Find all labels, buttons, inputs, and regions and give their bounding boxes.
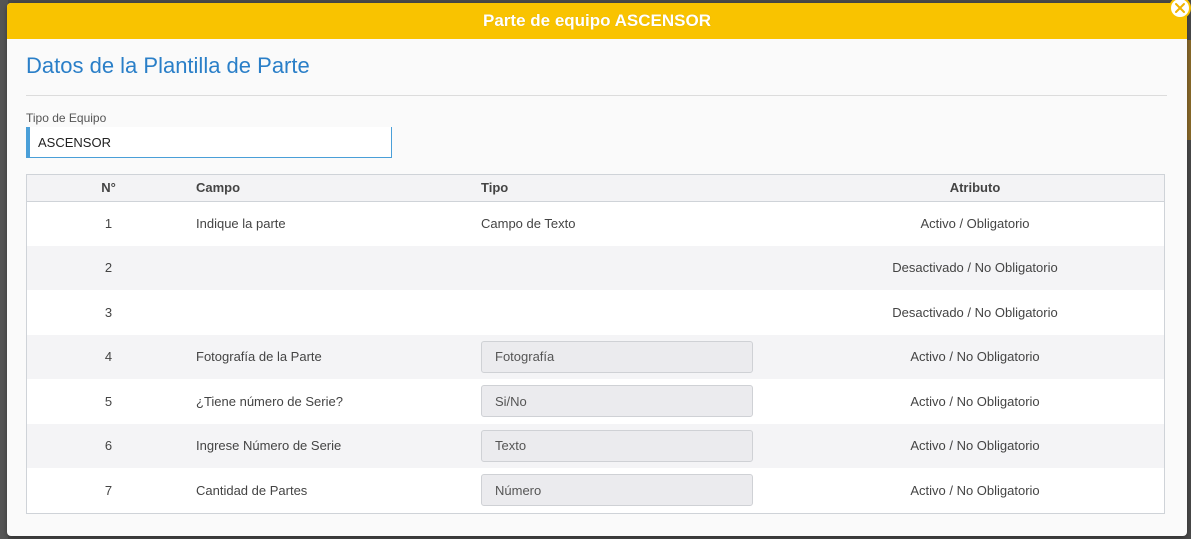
section-title: Datos de la Plantilla de Parte [26,53,310,78]
tipo-field: Si/No [481,385,753,418]
row-atributo: Activo / No Obligatorio [910,349,1040,365]
row-campo: Indique la parte [196,216,286,231]
equipment-type-field: ASCENSOR [26,127,392,158]
header-tipo: Tipo [481,180,509,196]
modal-dialog: Parte de equipo ASCENSOR Datos de la Pla… [7,3,1187,536]
row-campo: Fotografía de la Parte [196,349,322,365]
row-tipo: Si/No [481,379,786,424]
row-atributo: Activo / No Obligatorio [910,393,1040,409]
tipo-field: Fotografía [481,340,753,373]
close-icon [1175,3,1185,13]
modal-title: Parte de equipo ASCENSOR [483,11,711,30]
tipo-field: Número [481,474,753,507]
row-number: 6 [104,438,113,454]
row-tipo: Campo de Texto [481,216,576,231]
header-num: N° [101,180,116,196]
table-header-row: N° Campo Tipo Atributo [27,175,1164,201]
header-campo: Campo [196,180,241,196]
row-campo: Cantidad de Partes [196,482,308,498]
row-atributo: Activo / Obligatorio [920,216,1030,231]
row-tipo: Texto [481,424,786,469]
modal-header: Parte de equipo ASCENSOR [7,3,1187,39]
row-number: 1 [104,216,113,231]
row-atributo: Activo / No Obligatorio [910,438,1040,454]
row-campo: ¿Tiene número de Serie? [196,393,343,409]
close-button[interactable] [1169,0,1191,19]
row-atributo: Desactivado / No Obligatorio [892,304,1058,320]
row-tipo: Número [481,468,786,513]
tipo-field: Texto [481,429,753,462]
row-number: 2 [104,260,113,276]
table-row: 7 Cantidad de Partes Número Activo / No Obl… [27,468,1164,513]
row-campo: Ingrese Número de Serie [196,438,342,454]
table-row: 1 Indique la parte Campo de Texto Activo / … [27,201,1164,246]
row-tipo: Fotografía [481,335,786,380]
row-number: 4 [104,349,113,365]
table-row: 5 ¿Tiene número de Serie? Si/No Activo / No… [27,379,1164,424]
equipment-type-label: Tipo de Equipo [26,111,107,125]
divider [26,95,1167,96]
table-row: 2 Desactivado / No Obligatorio [27,245,1164,291]
row-atributo: Activo / No Obligatorio [910,482,1040,498]
row-number: 7 [104,482,113,498]
row-campo [190,246,481,291]
template-table: N° Campo Tipo Atributo 1 Indique la parte… [26,174,1165,514]
row-number: 3 [104,304,113,320]
equipment-type-value: ASCENSOR [38,134,111,150]
row-tipo [481,246,786,291]
row-tipo [481,290,786,335]
header-atributo: Atributo [949,180,1001,196]
row-atributo: Desactivado / No Obligatorio [892,260,1058,276]
row-number: 5 [104,393,113,409]
row-campo [190,290,481,335]
table-body: 1 Indique la parte Campo de Texto Activo / … [27,201,1164,513]
table-row: 4 Fotografía de la Parte Fotografía Activo … [27,334,1164,380]
table-row: 3 Desactivado / No Obligatorio [27,290,1164,335]
table-row: 6 Ingrese Número de Serie Texto Activo / No… [27,423,1164,469]
modal-body: Datos de la Plantilla de Parte Tipo de E… [7,51,1187,514]
